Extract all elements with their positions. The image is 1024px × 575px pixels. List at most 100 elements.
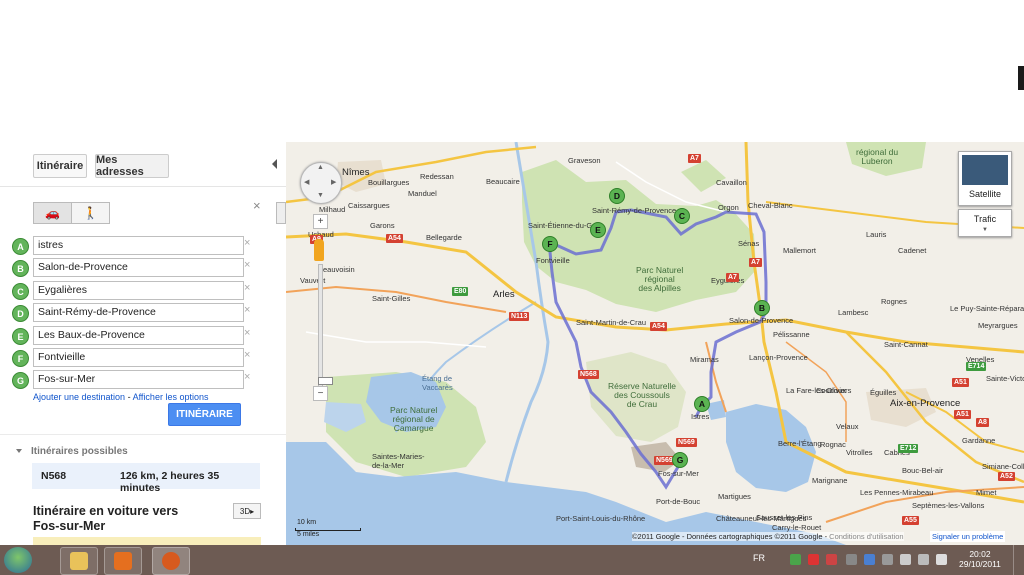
- map-label: Saint-Martin-de-Crau: [576, 318, 647, 327]
- map-label: Simiane-Collongue: [982, 462, 1024, 471]
- itinerary-submit-button[interactable]: ITINÉRAIRE: [168, 403, 241, 426]
- terms-link[interactable]: Conditions d'utilisation: [829, 532, 903, 541]
- waypoint-input[interactable]: Fos-sur-Mer: [33, 370, 244, 389]
- pan-down-icon[interactable]: ▼: [317, 192, 324, 199]
- remove-waypoint-icon[interactable]: ×: [244, 349, 250, 361]
- waypoint-input[interactable]: Les Baux-de-Provence: [33, 326, 244, 345]
- map-label: Gardanne: [962, 436, 996, 445]
- marker-d-pin[interactable]: D: [609, 188, 625, 204]
- clock-time: 20:02: [969, 549, 991, 559]
- waypoint-row: B Salon-de-Provence ×: [12, 258, 262, 278]
- pan-left-icon[interactable]: ◀: [304, 178, 309, 186]
- map-label: Arles: [493, 289, 515, 300]
- tab-itineraire[interactable]: Itinéraire: [33, 154, 87, 178]
- remove-waypoint-icon[interactable]: ×: [244, 259, 250, 271]
- sidebar-scrollbar[interactable]: [276, 202, 286, 224]
- map-label: Saint-Rémy-de-Provence: [592, 206, 677, 215]
- marker-f-pin[interactable]: F: [542, 236, 558, 252]
- zoom-in-button[interactable]: +: [313, 214, 328, 229]
- map-label: Étang de Vaccarès: [422, 374, 453, 392]
- map-label: Graveson: [568, 156, 601, 165]
- route-option[interactable]: N568 126 km, 2 heures 35 minutes: [32, 463, 260, 494]
- language-indicator[interactable]: FR: [753, 553, 765, 563]
- road-shield: N113: [509, 312, 530, 321]
- map-label: Lauris: [866, 230, 887, 239]
- network-icon[interactable]: [900, 554, 911, 565]
- walk-mode-button[interactable]: 🚶: [71, 202, 110, 224]
- road-shield: A52: [998, 472, 1015, 481]
- tab-mes-adresses[interactable]: Mes adresses: [95, 154, 169, 178]
- map-label: Parc Naturel régional de Camargue: [390, 405, 438, 433]
- traffic-toggle[interactable]: Trafic ▼: [958, 209, 1012, 237]
- volume-icon[interactable]: [936, 554, 947, 565]
- collapse-panel-icon[interactable]: [272, 159, 277, 169]
- map-label: Éguilles: [870, 388, 897, 397]
- waypoint-links: Ajouter une destination - Afficher les o…: [33, 392, 208, 402]
- taskbar-app-media[interactable]: [104, 547, 142, 575]
- waypoint-input[interactable]: Fontvieille: [33, 348, 244, 367]
- map-label: Mallemort: [783, 246, 816, 255]
- tray-icon[interactable]: [864, 554, 875, 565]
- pan-up-icon[interactable]: ▲: [317, 164, 324, 171]
- map-label: Bouillargues: [368, 178, 410, 187]
- tray-icon[interactable]: [882, 554, 893, 565]
- system-clock[interactable]: 20:02 29/10/2011: [959, 549, 1001, 569]
- map-label: régional du Luberon: [856, 147, 899, 166]
- show-options-link[interactable]: Afficher les options: [133, 392, 209, 402]
- add-destination-link[interactable]: Ajouter une destination: [33, 392, 125, 402]
- street-view-pegman-icon[interactable]: [314, 239, 324, 261]
- marker-g-pin[interactable]: G: [672, 452, 688, 468]
- waypoint-input[interactable]: istres: [33, 236, 244, 255]
- map-canvas[interactable]: Nîmes Redessan Manduel Bouillargues Cais…: [286, 142, 1024, 545]
- map-label: Port-Saint-Louis-du-Rhône: [556, 514, 646, 523]
- explorer-icon: [70, 552, 88, 570]
- tray-icon[interactable]: [846, 554, 857, 565]
- remove-waypoint-icon[interactable]: ×: [244, 327, 250, 339]
- marker-e-pin[interactable]: E: [590, 222, 606, 238]
- traffic-label: Trafic: [973, 214, 997, 224]
- possible-routes-heading[interactable]: Itinéraires possibles: [16, 446, 128, 457]
- marker-a-pin[interactable]: A: [694, 396, 710, 412]
- signal-icon[interactable]: [918, 554, 929, 565]
- taskbar-app-firefox[interactable]: [152, 547, 190, 575]
- tray-icon[interactable]: [826, 554, 837, 565]
- car-mode-button[interactable]: 🚗: [33, 202, 72, 224]
- remove-waypoint-icon[interactable]: ×: [244, 371, 250, 383]
- start-button[interactable]: [4, 547, 32, 573]
- zoom-out-button[interactable]: −: [313, 386, 328, 401]
- waypoint-row: F Fontvieille ×: [12, 348, 262, 368]
- taskbar-app-explorer[interactable]: [60, 547, 98, 575]
- tray-icon[interactable]: [790, 554, 801, 565]
- road-shield: E714: [966, 362, 987, 371]
- map-label: Septèmes-les-Vallons: [912, 501, 985, 510]
- media-player-icon: [114, 552, 132, 570]
- road-shield: A51: [954, 410, 971, 419]
- road-shield: A7: [726, 273, 739, 282]
- close-icon[interactable]: ×: [253, 198, 261, 213]
- waypoint-row: A istres ×: [12, 236, 262, 256]
- map-label: Mimet: [976, 488, 997, 497]
- waypoint-input[interactable]: Salon-de-Provence: [33, 258, 244, 277]
- 3d-view-button[interactable]: 3D▸: [233, 503, 261, 519]
- satellite-toggle[interactable]: Satellite: [958, 151, 1012, 206]
- pan-right-icon[interactable]: ▶: [331, 178, 336, 186]
- zoom-slider-track[interactable]: [318, 264, 333, 388]
- pan-control[interactable]: ▲ ◀ ▶ ▼: [300, 162, 342, 204]
- remove-waypoint-icon[interactable]: ×: [244, 282, 250, 294]
- scrollbar-thumb[interactable]: [1018, 66, 1024, 90]
- remove-waypoint-icon[interactable]: ×: [244, 237, 250, 249]
- marker-f-icon: F: [12, 350, 29, 367]
- map-label: Bouc-Bel-air: [902, 466, 944, 475]
- marker-b-pin[interactable]: B: [754, 300, 770, 316]
- road-shield: A54: [386, 234, 403, 243]
- report-problem-link[interactable]: Signaler un problème: [930, 531, 1006, 542]
- marker-c-pin[interactable]: C: [674, 208, 690, 224]
- waypoint-input[interactable]: Eygalières: [33, 281, 244, 300]
- remove-waypoint-icon[interactable]: ×: [244, 304, 250, 316]
- waypoint-input[interactable]: Saint-Rémy-de-Provence: [33, 303, 244, 322]
- show-desktop-button[interactable]: [1013, 545, 1024, 575]
- zoom-slider-thumb[interactable]: [318, 377, 333, 385]
- route-road: N568: [41, 470, 67, 482]
- map-label: Cavaillon: [716, 178, 747, 187]
- tray-icon[interactable]: [808, 554, 819, 565]
